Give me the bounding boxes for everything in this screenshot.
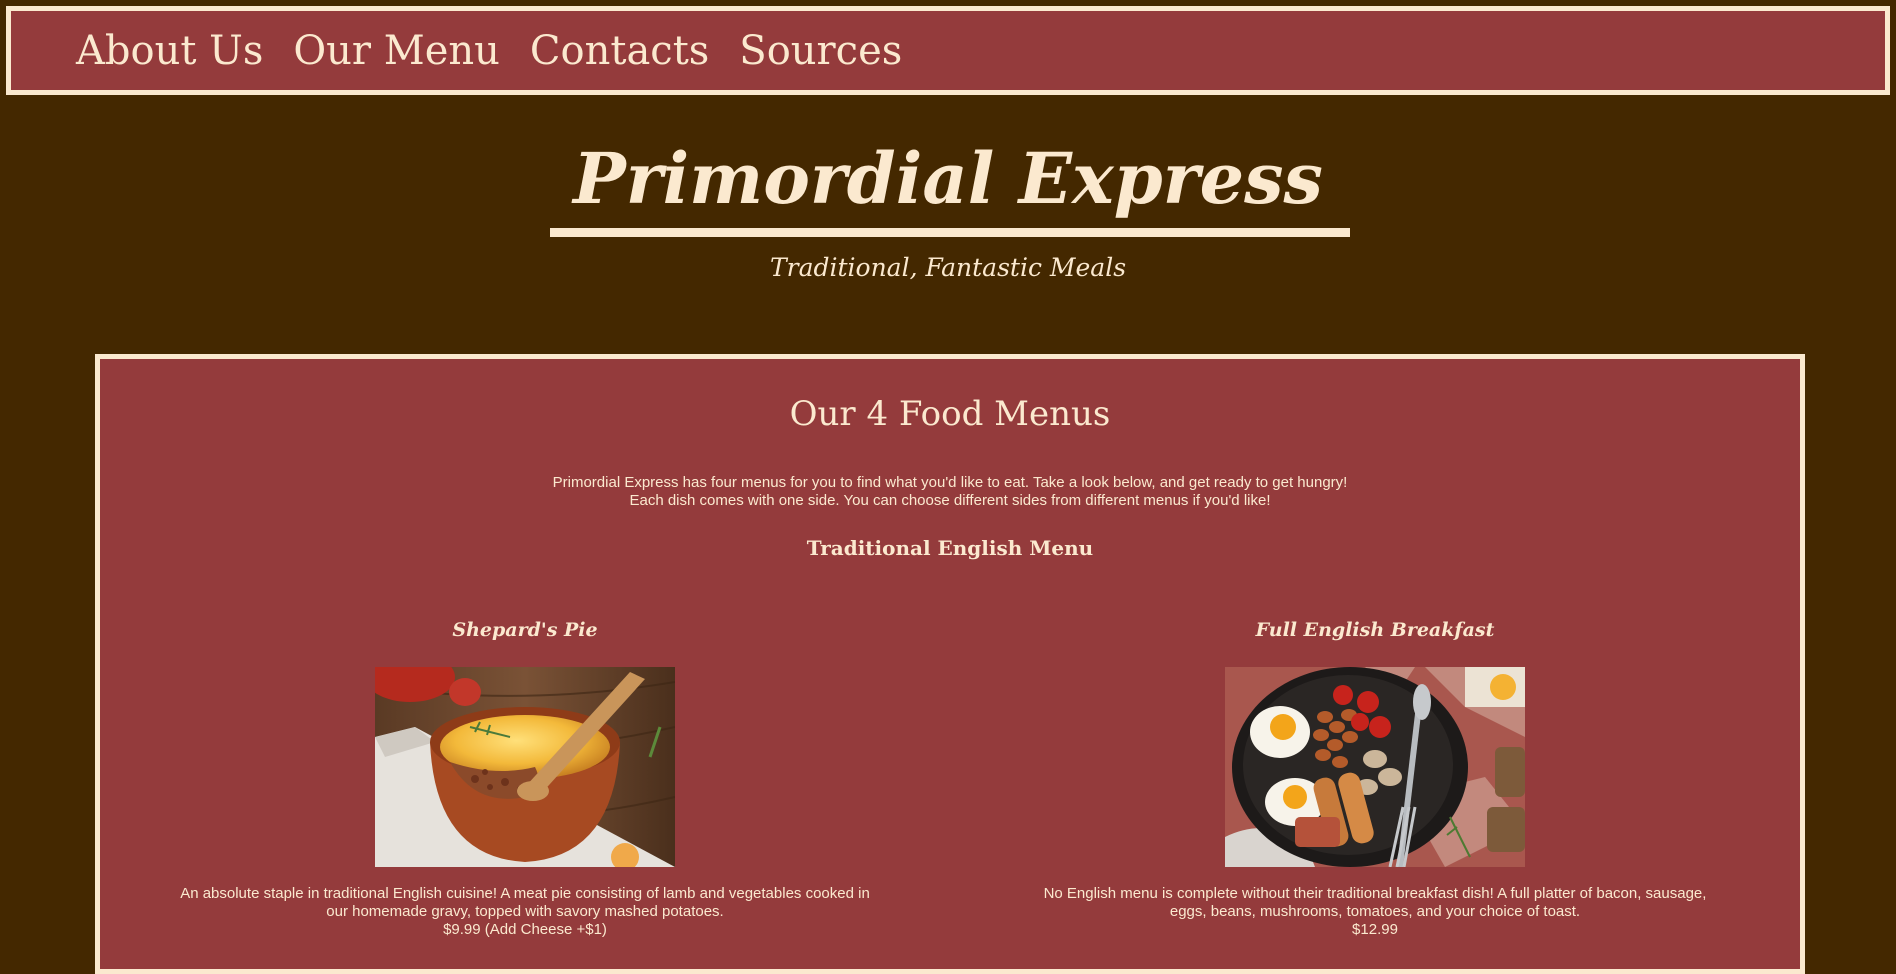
intro-line-1: Primordial Express has four menus for yo… (552, 474, 1348, 491)
dish-price: $9.99 (Add Cheese +$1) (443, 921, 607, 938)
site-title: Primordial Express (573, 137, 1323, 220)
nav-contacts[interactable]: Contacts (530, 31, 709, 71)
nav-about-us[interactable]: About Us (76, 31, 263, 71)
menu-subheading: Traditional English Menu (806, 536, 1094, 560)
shepherds-pie-photo (375, 667, 675, 867)
dish-price: $12.99 (1352, 921, 1398, 938)
title-divider (550, 228, 1350, 237)
nav-sources[interactable]: Sources (739, 31, 902, 71)
menus-intro: Primordial Express has four menus for yo… (100, 474, 1800, 510)
dish-card-shepards-pie: Shepard's Pie An absolute staple in trad… (100, 621, 950, 939)
dish-description: An absolute staple in traditional Englis… (180, 885, 870, 920)
english-breakfast-photo (1225, 667, 1525, 867)
dish-description: No English menu is complete without thei… (1043, 885, 1707, 920)
menus-heading: Our 4 Food Menus (789, 394, 1111, 434)
site-tagline: Traditional, Fantastic Meals (769, 253, 1127, 282)
top-navigation: About Us Our Menu Contacts Sources (6, 6, 1890, 95)
menus-panel: Our 4 Food Menus Primordial Express has … (95, 354, 1805, 974)
dish-card-full-english-breakfast: Full English Breakfast No English menu i… (950, 621, 1800, 939)
dish-name: Full English Breakfast (1255, 619, 1495, 641)
nav-our-menu[interactable]: Our Menu (293, 31, 500, 71)
intro-line-2: Each dish comes with one side. You can c… (629, 492, 1271, 509)
dish-name: Shepard's Pie (452, 619, 598, 641)
